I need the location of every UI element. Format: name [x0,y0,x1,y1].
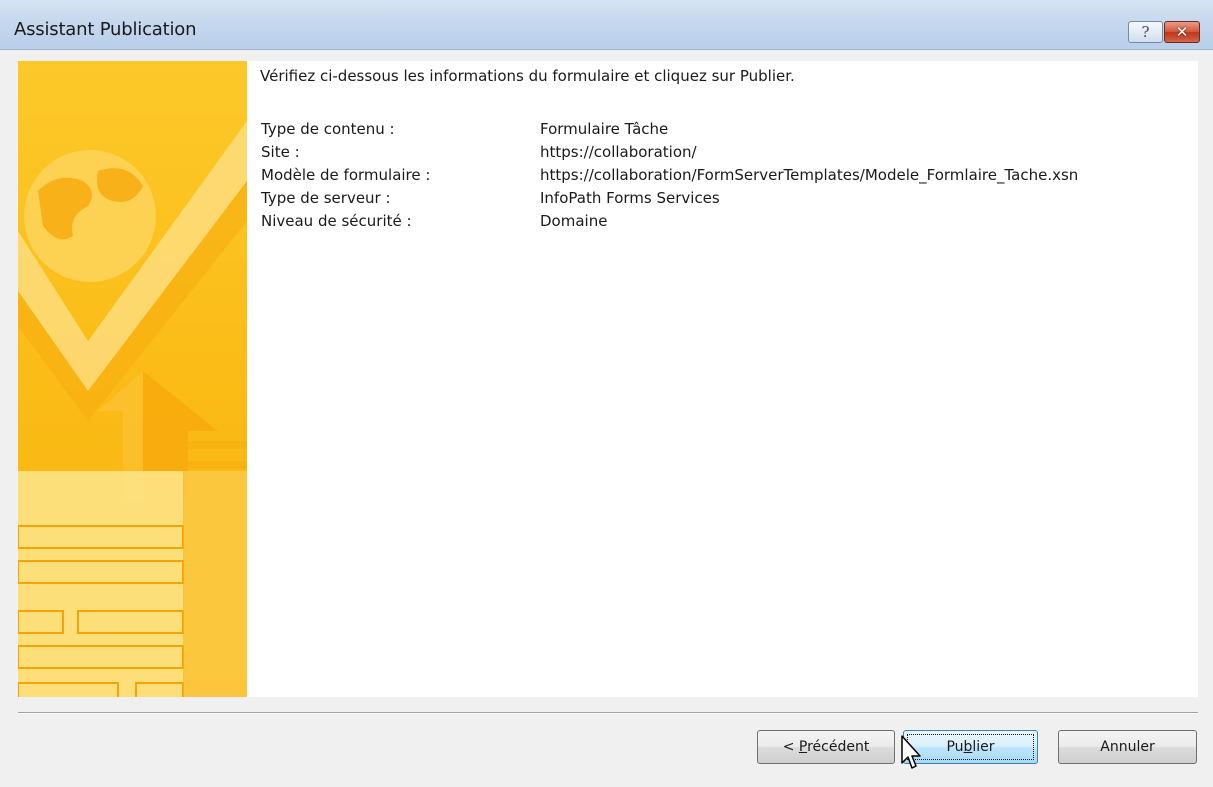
info-value: Formulaire Tâche [540,120,669,138]
info-row-form-template: Modèle de formulaire : https://collabora… [0,166,1213,190]
help-button[interactable]: ? [1128,21,1163,43]
cancel-button[interactable]: Annuler [1058,730,1197,764]
help-icon: ? [1141,22,1150,41]
close-button[interactable]: ✕ [1164,21,1200,43]
info-row-security-level: Niveau de sécurité : Domaine [0,212,1213,236]
previous-button-label: < Précédent [782,739,870,755]
window-title: Assistant Publication [14,19,197,40]
cancel-button-label: Annuler [1100,739,1155,755]
info-value: Domaine [540,212,608,230]
info-value: https://collaboration/FormServerTemplate… [540,166,1079,184]
info-label: Type de serveur : [261,189,391,207]
info-label: Niveau de sécurité : [261,212,412,230]
info-label: Site : [261,143,300,161]
footer-separator [18,712,1198,714]
title-bar: Assistant Publication ? ✕ [0,0,1213,50]
info-row-site: Site : https://collaboration/ [0,143,1213,167]
info-row-server-type: Type de serveur : InfoPath Forms Service… [0,189,1213,213]
publish-button[interactable]: Publier [903,730,1038,764]
mouse-cursor-icon [901,735,921,769]
publish-button-label: Publier [946,739,995,755]
info-value: https://collaboration/ [540,143,697,161]
info-label: Type de contenu : [261,120,395,138]
info-label: Modèle de formulaire : [261,166,431,184]
info-row-content-type: Type de contenu : Formulaire Tâche [0,120,1213,144]
intro-text: Vérifiez ci-dessous les informations du … [260,67,795,85]
publish-wizard-dialog: Assistant Publication ? ✕ Vérifiez ci-de… [0,0,1213,787]
previous-button[interactable]: < Précédent [757,730,895,764]
info-value: InfoPath Forms Services [540,189,720,207]
close-icon: ✕ [1175,22,1189,41]
